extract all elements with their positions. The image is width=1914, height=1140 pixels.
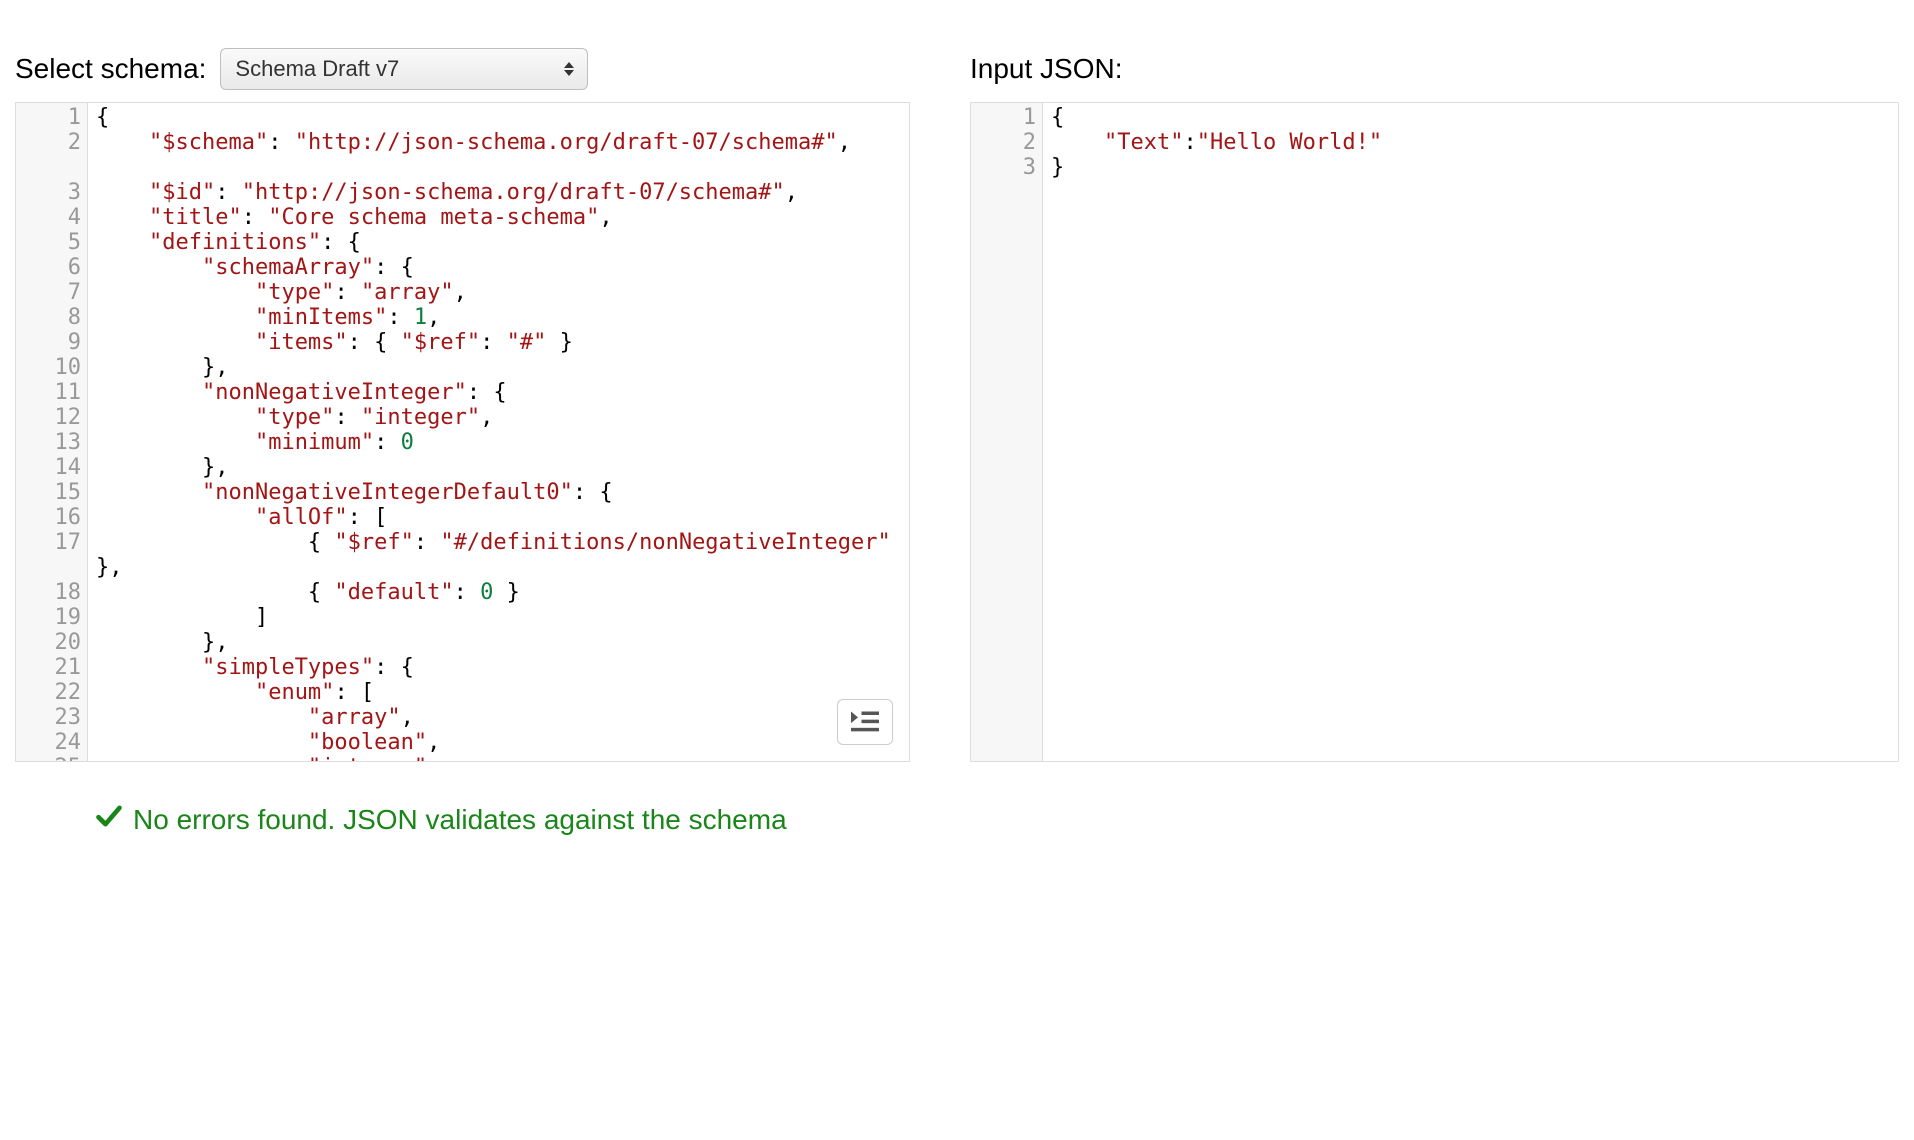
input-json-code[interactable]: { "Text":"Hello World!"} bbox=[1043, 103, 1898, 761]
indent-icon bbox=[851, 711, 879, 733]
check-icon bbox=[95, 802, 123, 837]
input-json-gutter: 123 bbox=[971, 103, 1043, 761]
schema-editor[interactable]: 1234567891011121314151617181920212223242… bbox=[15, 102, 910, 762]
schema-editor-code[interactable]: { "$schema": "http://json-schema.org/dra… bbox=[88, 103, 909, 761]
input-json-editor[interactable]: 123 { "Text":"Hello World!"} bbox=[970, 102, 1899, 762]
validation-status: No errors found. JSON validates against … bbox=[95, 802, 1914, 837]
format-indent-button[interactable] bbox=[837, 699, 893, 745]
schema-select-value: Schema Draft v7 bbox=[235, 56, 399, 82]
input-json-label: Input JSON: bbox=[970, 53, 1123, 85]
schema-editor-gutter: 1234567891011121314151617181920212223242… bbox=[16, 103, 88, 761]
status-message: No errors found. JSON validates against … bbox=[133, 804, 787, 836]
schema-select[interactable]: Schema Draft v7 bbox=[220, 48, 588, 90]
schema-select-label: Select schema: bbox=[15, 53, 206, 85]
